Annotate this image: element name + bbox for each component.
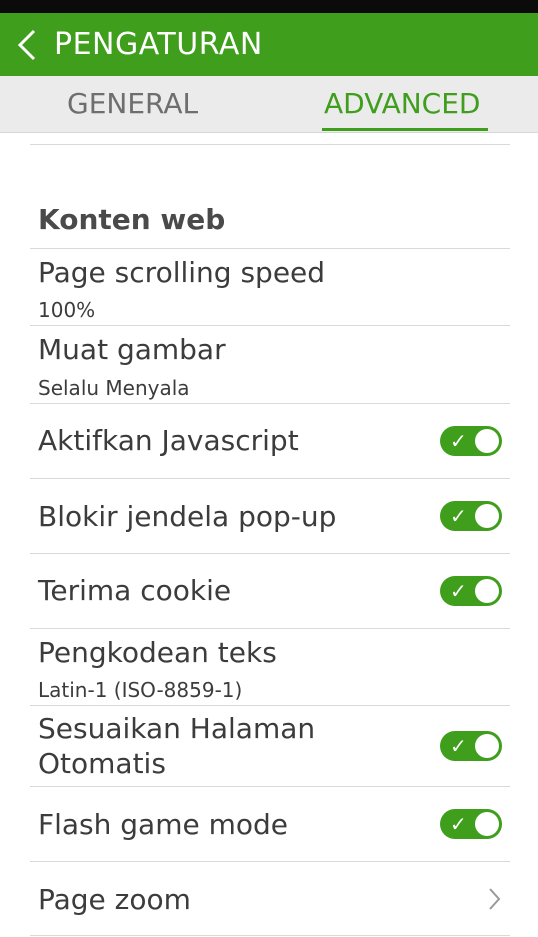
- setting-value: 100%: [38, 298, 96, 322]
- setting-title: Aktifkan Javascript: [38, 424, 299, 457]
- flash-toggle[interactable]: ✓: [440, 809, 502, 839]
- setting-title: Blokir jendela pop-up: [38, 500, 337, 533]
- check-icon: ✓: [450, 429, 467, 453]
- tab-bar: GENERAL ADVANCED: [0, 76, 538, 133]
- setting-title-line1: Sesuaikan Halaman: [38, 712, 316, 745]
- setting-title: Terima cookie: [38, 574, 232, 607]
- setting-title-line2: Otomatis: [38, 747, 166, 780]
- back-button[interactable]: [16, 13, 58, 76]
- setting-text-encoding[interactable]: Pengkodean teks Latin-1 (ISO-8859-1): [30, 629, 510, 705]
- toggle-knob: [475, 429, 499, 453]
- chevron-right-icon: [489, 888, 501, 910]
- tab-general[interactable]: GENERAL: [67, 76, 198, 132]
- toggle-knob: [475, 504, 499, 528]
- check-icon: ✓: [450, 812, 467, 836]
- setting-page-scrolling-speed[interactable]: Page scrolling speed 100%: [30, 249, 510, 325]
- tab-advanced[interactable]: ADVANCED: [324, 76, 481, 132]
- check-icon: ✓: [450, 504, 467, 528]
- back-arrow-icon: [17, 29, 36, 60]
- cookie-toggle[interactable]: ✓: [440, 576, 502, 606]
- section-title: Konten web: [38, 203, 226, 236]
- setting-enable-javascript[interactable]: Aktifkan Javascript: [30, 404, 510, 478]
- app-bar: PENGATURAN: [0, 13, 538, 76]
- toggle-knob: [475, 579, 499, 603]
- setting-title: Page scrolling speed: [38, 256, 326, 289]
- autofit-toggle[interactable]: ✓: [440, 731, 502, 761]
- toggle-knob: [475, 812, 499, 836]
- setting-load-images[interactable]: Muat gambar Selalu Menyala: [30, 326, 510, 403]
- setting-title: Pengkodean teks: [38, 636, 277, 669]
- divider: [30, 935, 510, 936]
- popup-toggle[interactable]: ✓: [440, 501, 502, 531]
- setting-title: Flash game mode: [38, 808, 289, 841]
- setting-block-popups[interactable]: Blokir jendela pop-up: [30, 479, 510, 553]
- setting-title: Muat gambar: [38, 333, 226, 366]
- setting-page-zoom[interactable]: Page zoom: [30, 862, 510, 936]
- setting-value: Latin-1 (ISO-8859-1): [38, 678, 243, 702]
- toggle-knob: [475, 734, 499, 758]
- page-title: PENGATURAN: [54, 27, 263, 62]
- divider: [30, 144, 510, 145]
- setting-accept-cookies[interactable]: Terima cookie: [30, 554, 510, 628]
- javascript-toggle[interactable]: ✓: [440, 426, 502, 456]
- setting-value: Selalu Menyala: [38, 376, 190, 400]
- setting-auto-fit-page[interactable]: Sesuaikan Halaman Otomatis: [30, 706, 510, 786]
- check-icon: ✓: [450, 579, 467, 603]
- status-bar: [0, 0, 538, 13]
- tab-active-indicator: [322, 128, 488, 131]
- setting-title: Page zoom: [38, 883, 191, 916]
- setting-flash-game-mode[interactable]: Flash game mode: [30, 787, 510, 861]
- check-icon: ✓: [450, 734, 467, 758]
